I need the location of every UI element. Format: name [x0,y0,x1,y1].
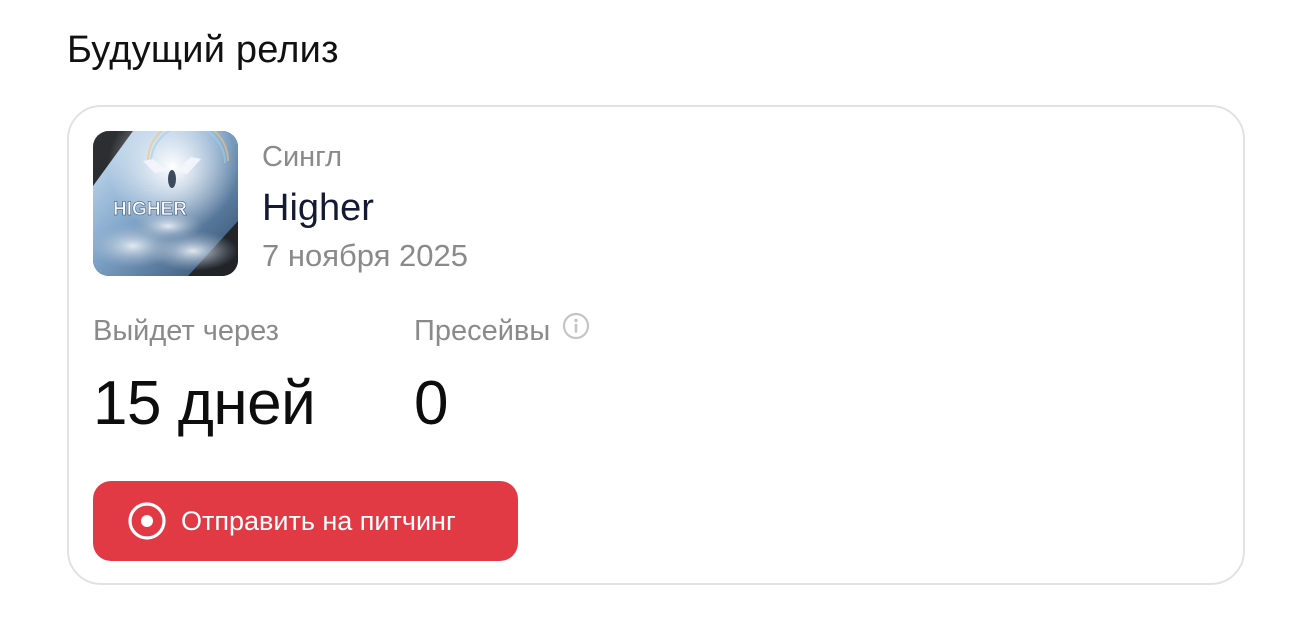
release-cover[interactable]: HIGHER . . . . . [93,131,238,276]
release-in-value: 15 дней [93,369,316,438]
presaves-label: Пресейвы [414,315,551,347]
section-title: Будущий релиз [67,29,339,71]
release-type: Сингл [262,141,343,173]
release-in-label: Выйдет через [93,315,279,347]
release-title[interactable]: Higher [262,185,374,231]
cover-title-text: HIGHER [113,199,187,220]
send-to-pitching-button[interactable]: Отправить на питчинг [93,481,518,561]
release-date: 7 ноября 2025 [262,238,469,273]
upcoming-release-card: HIGHER . . . . . Сингл Higher 7 ноября 2… [67,105,1245,585]
presaves-label-group: Пресейвы [414,312,590,349]
presaves-value: 0 [414,369,448,438]
send-to-pitching-label: Отправить на питчинг [181,505,456,536]
svg-text:. . . . .: . . . . . [144,187,157,193]
target-icon [127,501,167,541]
info-circle-icon[interactable] [562,312,590,349]
